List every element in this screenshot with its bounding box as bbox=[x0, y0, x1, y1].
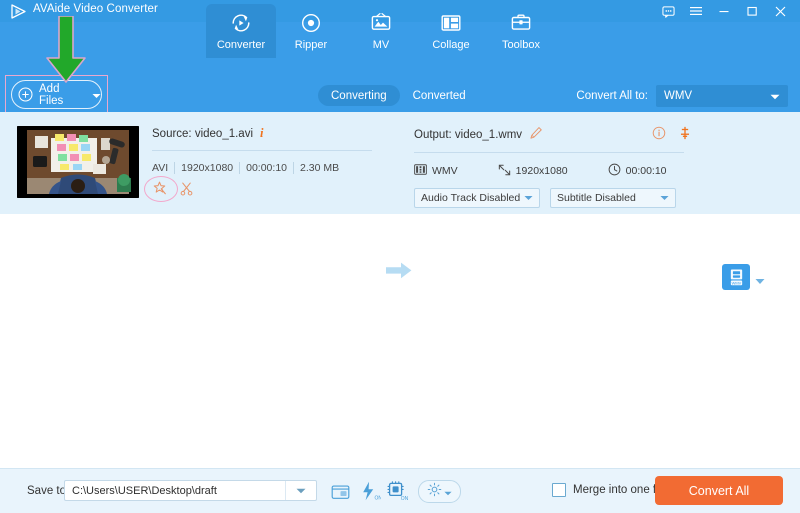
output-filename: Output: video_1.wmv bbox=[414, 128, 523, 141]
pencil-edit-icon[interactable] bbox=[529, 126, 543, 143]
close-icon[interactable] bbox=[766, 0, 794, 22]
output-format: WMV bbox=[432, 165, 458, 177]
toolbox-icon bbox=[509, 10, 533, 36]
output-resolution: 1920x1080 bbox=[515, 165, 568, 177]
open-folder-icon[interactable] bbox=[329, 480, 352, 502]
output-header-icons bbox=[652, 126, 692, 143]
film-strip-icon bbox=[414, 164, 427, 178]
split-merge-icon[interactable] bbox=[678, 126, 692, 143]
menu-icon[interactable] bbox=[682, 0, 710, 22]
tab-mv[interactable]: MV bbox=[346, 4, 416, 58]
chevron-down-icon bbox=[444, 483, 452, 501]
segment-converting[interactable]: Converting bbox=[318, 85, 400, 106]
chevron-down-icon[interactable] bbox=[285, 481, 316, 500]
preferences-gear-button[interactable] bbox=[418, 480, 461, 503]
status-segment-control: Converting Converted bbox=[318, 85, 479, 106]
scissors-cut-icon[interactable] bbox=[179, 181, 194, 201]
chevron-down-icon bbox=[770, 87, 780, 105]
tab-ripper-label: Ripper bbox=[294, 39, 328, 51]
output-format-group: WMV bbox=[414, 164, 458, 178]
convert-arrows-icon bbox=[229, 10, 253, 36]
chevron-down-icon bbox=[660, 192, 669, 204]
convert-item-button[interactable]: WMV bbox=[722, 264, 750, 290]
add-files-label: Add Files bbox=[39, 82, 64, 107]
app-title: AVAide Video Converter bbox=[33, 3, 158, 15]
minimize-icon[interactable] bbox=[710, 0, 738, 22]
tab-ripper[interactable]: Ripper bbox=[276, 4, 346, 58]
plus-circle-icon bbox=[18, 87, 33, 102]
svg-text:ON: ON bbox=[374, 496, 381, 502]
output-pane: Output: video_1.wmv WMV 1920x1080 00:00:… bbox=[414, 126, 690, 208]
convert-all-to-control: Convert All to: WMV bbox=[576, 85, 788, 107]
source-filename-row: Source: video_1.avi i bbox=[152, 126, 384, 141]
tab-toolbox-label: Toolbox bbox=[502, 39, 540, 51]
tab-mv-label: MV bbox=[372, 39, 390, 51]
source-pane: Source: video_1.avi i AVI 1920x1080 00:0… bbox=[144, 126, 384, 202]
source-metadata: AVI 1920x1080 00:00:10 2.30 MB bbox=[152, 162, 384, 174]
gear-icon bbox=[427, 482, 442, 502]
source-resolution: 1920x1080 bbox=[175, 162, 241, 174]
video-thumbnail[interactable] bbox=[17, 126, 139, 198]
window-controls bbox=[654, 0, 794, 22]
audio-track-value: Audio Track Disabled bbox=[421, 192, 521, 204]
tab-converter[interactable]: Converter bbox=[206, 4, 276, 58]
chevron-down-icon[interactable] bbox=[92, 86, 101, 104]
tab-toolbox[interactable]: Toolbox bbox=[486, 4, 556, 58]
maximize-icon[interactable] bbox=[738, 0, 766, 22]
output-duration-group: 00:00:10 bbox=[608, 163, 667, 179]
source-format: AVI bbox=[152, 162, 176, 174]
disc-icon bbox=[299, 10, 323, 36]
output-resolution-group: 1920x1080 bbox=[498, 164, 568, 179]
subtitle-select[interactable]: Subtitle Disabled bbox=[550, 188, 676, 208]
convert-all-button[interactable]: Convert All bbox=[655, 476, 783, 505]
magic-wand-edit-icon[interactable] bbox=[152, 181, 167, 201]
chevron-down-icon bbox=[524, 192, 533, 204]
audio-track-select[interactable]: Audio Track Disabled bbox=[414, 188, 540, 208]
source-action-icons bbox=[144, 176, 384, 202]
tab-converter-label: Converter bbox=[216, 39, 266, 51]
gpu-acceleration-icon[interactable]: ON bbox=[386, 480, 409, 502]
feedback-icon[interactable] bbox=[654, 0, 682, 22]
segment-converted[interactable]: Converted bbox=[400, 85, 479, 106]
tab-collage[interactable]: Collage bbox=[416, 4, 486, 58]
source-filesize: 2.30 MB bbox=[300, 162, 340, 174]
app-logo-icon bbox=[10, 3, 27, 20]
svg-text:WMV: WMV bbox=[731, 280, 741, 285]
output-specs: WMV 1920x1080 00:00:10 bbox=[414, 163, 684, 179]
file-card: Source: video_1.avi i AVI 1920x1080 00:0… bbox=[0, 112, 800, 290]
merge-into-one-file-checkbox[interactable]: Merge into one file bbox=[552, 483, 668, 497]
source-info-icon[interactable]: i bbox=[260, 126, 263, 141]
save-to-path-value: C:\Users\USER\Desktop\draft bbox=[72, 484, 217, 497]
grid-layout-icon bbox=[439, 10, 463, 36]
output-divider bbox=[414, 152, 684, 153]
checkbox-box bbox=[552, 483, 566, 497]
conversion-arrow-icon bbox=[386, 262, 412, 284]
main-tabs: Converter Ripper MV Collage Toolbox bbox=[206, 4, 556, 58]
source-duration: 00:00:10 bbox=[240, 162, 294, 174]
info-circle-icon[interactable] bbox=[652, 126, 666, 143]
convert-item-dropdown-icon[interactable] bbox=[755, 272, 765, 290]
convert-all-to-select[interactable]: WMV bbox=[656, 85, 788, 107]
app-window: AVAide Video Converter Converter Ripper … bbox=[0, 0, 800, 513]
save-to-path-input[interactable]: C:\Users\USER\Desktop\draft bbox=[64, 480, 317, 501]
clock-icon bbox=[608, 163, 621, 179]
hardware-acceleration-icon[interactable]: ON bbox=[358, 480, 381, 502]
subtitle-value: Subtitle Disabled bbox=[557, 192, 636, 204]
output-filename-row: Output: video_1.wmv bbox=[414, 126, 690, 143]
convert-all-to-value: WMV bbox=[664, 90, 693, 102]
source-filename: Source: video_1.avi bbox=[152, 127, 254, 140]
tab-collage-label: Collage bbox=[432, 39, 470, 51]
merge-into-one-file-label: Merge into one file bbox=[573, 484, 668, 496]
tv-photo-icon bbox=[369, 10, 393, 36]
svg-text:ON: ON bbox=[400, 496, 408, 501]
resize-icon bbox=[498, 164, 511, 179]
source-divider bbox=[152, 150, 372, 151]
output-track-selects: Audio Track Disabled Subtitle Disabled bbox=[414, 188, 684, 208]
add-files-button[interactable]: Add Files bbox=[11, 80, 102, 109]
save-to-label: Save to: bbox=[27, 485, 70, 497]
output-duration: 00:00:10 bbox=[625, 165, 667, 177]
convert-all-button-label: Convert All bbox=[688, 483, 750, 498]
convert-all-to-label: Convert All to: bbox=[576, 90, 648, 102]
